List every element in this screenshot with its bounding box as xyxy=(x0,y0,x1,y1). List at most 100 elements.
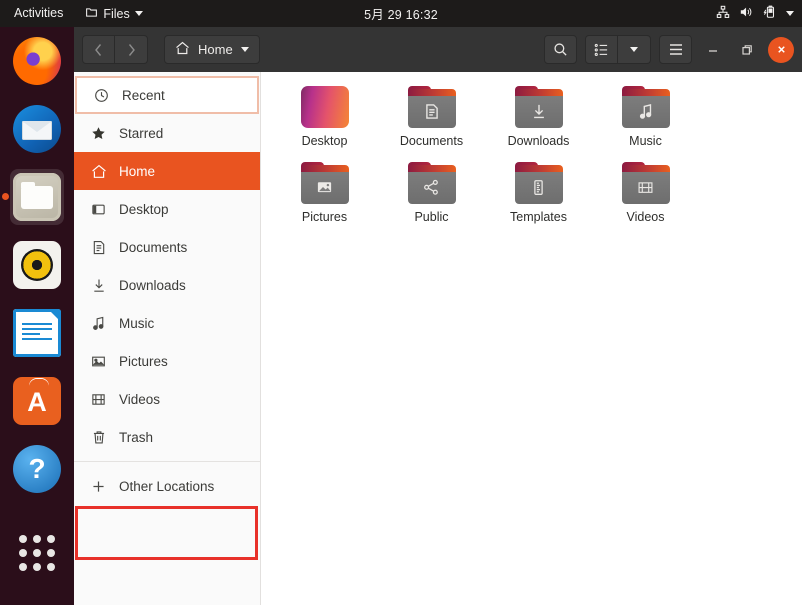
list-view-button[interactable] xyxy=(585,35,618,64)
folder-templates-icon xyxy=(514,162,563,204)
plus-icon xyxy=(90,479,107,494)
view-mode-group xyxy=(585,35,651,64)
file-item-templates[interactable]: Templates xyxy=(485,162,592,238)
view-options-dropdown[interactable] xyxy=(618,35,651,64)
headerbar-right xyxy=(544,35,794,64)
sidebar-item-label: Videos xyxy=(119,391,161,407)
minimize-button[interactable] xyxy=(700,37,726,63)
ubuntu-dock: A ? xyxy=(0,27,74,605)
places-sidebar: Recent Starred Home Desktop Documents Do… xyxy=(74,72,261,605)
chevron-down-icon xyxy=(630,47,638,52)
sidebar-item-home[interactable]: Home xyxy=(74,152,260,190)
firefox-icon xyxy=(13,37,61,85)
sidebar-item-label: Documents xyxy=(119,239,188,255)
chevron-down-icon xyxy=(134,11,143,16)
file-item-pictures[interactable]: Pictures xyxy=(271,162,378,238)
home-icon xyxy=(175,41,190,58)
folder-videos-icon xyxy=(621,162,670,204)
trash-icon xyxy=(90,430,107,445)
folder-downloads-icon xyxy=(514,86,563,128)
sidebar-item-label: Other Locations xyxy=(119,478,215,494)
search-button[interactable] xyxy=(544,35,577,64)
sidebar-item-other-locations[interactable]: Other Locations xyxy=(74,467,260,505)
document-icon xyxy=(90,240,107,255)
sidebar-item-trash[interactable]: Trash xyxy=(74,418,260,456)
dock-item-libreoffice-writer[interactable] xyxy=(0,299,74,367)
maximize-button[interactable] xyxy=(734,37,760,63)
file-item-label: Downloads xyxy=(507,134,570,148)
sidebar-item-desktop[interactable]: Desktop xyxy=(74,190,260,228)
file-item-label: Videos xyxy=(626,210,665,224)
sidebar-item-label: Pictures xyxy=(119,353,168,369)
file-item-label: Templates xyxy=(510,210,567,224)
battery-icon xyxy=(763,5,777,22)
sidebar-item-starred[interactable]: Starred xyxy=(74,114,260,152)
annotation-box-other-locations xyxy=(75,506,258,560)
file-item-label: Public xyxy=(414,210,449,224)
app-grid-icon xyxy=(19,535,55,571)
caret-down-icon[interactable] xyxy=(786,11,794,16)
sidebar-item-label: Downloads xyxy=(119,277,186,293)
files-icon xyxy=(13,173,61,221)
file-item-documents[interactable]: Documents xyxy=(378,86,485,162)
sidebar-item-documents[interactable]: Documents xyxy=(74,228,260,266)
sidebar-item-label: Starred xyxy=(119,125,164,141)
dock-item-files[interactable] xyxy=(0,163,74,231)
file-item-music[interactable]: Music xyxy=(592,86,699,162)
dock-item-thunderbird[interactable] xyxy=(0,95,74,163)
file-item-videos[interactable]: Videos xyxy=(592,162,699,238)
file-item-label: Music xyxy=(629,134,662,148)
file-item-label: Documents xyxy=(399,134,464,148)
network-icon xyxy=(716,5,730,22)
system-tray[interactable] xyxy=(716,0,794,27)
file-item-label: Desktop xyxy=(301,134,348,148)
volume-icon xyxy=(739,5,754,22)
video-icon xyxy=(90,392,107,407)
close-button[interactable] xyxy=(768,36,794,63)
sidebar-item-videos[interactable]: Videos xyxy=(74,380,260,418)
dock-item-ubuntu-software[interactable]: A xyxy=(0,367,74,435)
dock-item-show-applications[interactable] xyxy=(0,519,74,587)
main-menu-button[interactable] xyxy=(659,35,692,64)
folder-public-icon xyxy=(407,162,456,204)
clock-icon xyxy=(93,88,110,103)
rhythmbox-icon xyxy=(13,241,61,289)
app-menu-files[interactable]: Files xyxy=(75,6,152,22)
desktop-screen: Activities Files 5月 29 16:32 A ? Home Re… xyxy=(0,0,802,605)
forward-button[interactable] xyxy=(115,35,148,64)
path-label: Home xyxy=(198,42,233,57)
sidebar-item-recent[interactable]: Recent xyxy=(75,76,259,114)
activities-button[interactable]: Activities xyxy=(0,0,75,27)
navigation-buttons xyxy=(82,35,148,64)
dock-item-rhythmbox[interactable] xyxy=(0,231,74,299)
sidebar-item-music[interactable]: Music xyxy=(74,304,260,342)
music-icon xyxy=(90,316,107,331)
file-item-downloads[interactable]: Downloads xyxy=(485,86,592,162)
back-button[interactable] xyxy=(82,35,115,64)
dock-item-firefox[interactable] xyxy=(0,27,74,95)
file-item-desktop[interactable]: Desktop xyxy=(271,86,378,162)
file-grid[interactable]: Desktop Documents Downloads Music Pictur… xyxy=(261,72,802,605)
path-button-home[interactable]: Home xyxy=(164,35,260,64)
ubuntu-software-icon: A xyxy=(13,377,61,425)
sidebar-divider xyxy=(74,461,260,462)
desktop-icon xyxy=(90,202,107,217)
files-icon xyxy=(85,6,98,22)
help-glyph: ? xyxy=(28,453,46,484)
thunderbird-icon xyxy=(13,105,61,153)
folder-documents-icon xyxy=(407,86,456,128)
sidebar-item-downloads[interactable]: Downloads xyxy=(74,266,260,304)
file-item-public[interactable]: Public xyxy=(378,162,485,238)
window-headerbar: Home xyxy=(74,27,802,72)
desktop-gradient-icon xyxy=(300,86,349,128)
sidebar-item-pictures[interactable]: Pictures xyxy=(74,342,260,380)
gnome-top-bar: Activities Files 5月 29 16:32 xyxy=(0,0,802,27)
folder-music-icon xyxy=(621,86,670,128)
dock-item-help[interactable]: ? xyxy=(0,435,74,503)
sidebar-item-label: Music xyxy=(119,315,155,331)
libreoffice-writer-icon xyxy=(13,309,61,357)
folder-pictures-icon xyxy=(300,162,349,204)
star-icon xyxy=(90,126,107,141)
chevron-down-icon xyxy=(240,47,249,52)
software-glyph: A xyxy=(27,387,47,417)
